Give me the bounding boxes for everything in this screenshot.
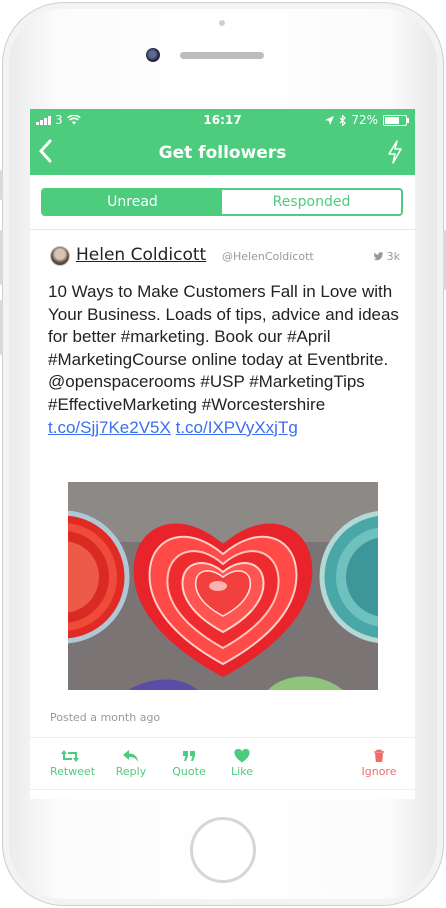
action-bar: Retweet Reply Quote Like Ignore bbox=[30, 749, 415, 781]
divider bbox=[30, 229, 415, 230]
reply-button[interactable]: Reply bbox=[113, 749, 149, 778]
tweet-header: Helen Coldicott @HelenColdicott 3k bbox=[50, 245, 400, 268]
retweet-label: Retweet bbox=[50, 765, 96, 778]
retweet-button[interactable]: Retweet bbox=[50, 749, 95, 778]
app-header: 3 16:17 72% Get followers bbox=[30, 109, 415, 175]
battery-icon bbox=[383, 114, 409, 126]
tweet-link[interactable]: t.co/Sjj7Ke2V5X bbox=[48, 418, 171, 437]
tweet-link[interactable]: t.co/IXPVyXxjTg bbox=[176, 418, 298, 437]
like-button[interactable]: Like bbox=[228, 749, 256, 778]
heart-icon bbox=[234, 749, 250, 763]
divider bbox=[30, 789, 415, 790]
quote-label: Quote bbox=[172, 765, 206, 778]
retweet-icon bbox=[61, 750, 79, 762]
user-handle: @HelenColdicott bbox=[222, 250, 314, 263]
heart-bowls-photo bbox=[68, 482, 378, 690]
app-screen: 3 16:17 72% Get followers Unread Respond… bbox=[30, 109, 415, 799]
status-bar: 3 16:17 72% bbox=[30, 109, 415, 131]
avatar[interactable] bbox=[50, 246, 70, 266]
tab-responded[interactable]: Responded bbox=[222, 190, 401, 214]
bluetooth-icon bbox=[339, 114, 347, 126]
reply-label: Reply bbox=[115, 765, 147, 778]
speaker-grille bbox=[180, 52, 264, 59]
home-button[interactable] bbox=[190, 817, 256, 883]
lightning-button[interactable] bbox=[387, 140, 403, 168]
quote-button[interactable]: Quote bbox=[170, 749, 208, 778]
volume-down-button bbox=[0, 300, 3, 355]
twitter-bird-icon bbox=[373, 252, 384, 261]
ignore-button[interactable]: Ignore bbox=[360, 749, 398, 778]
posted-time: Posted a month ago bbox=[50, 711, 161, 724]
reply-icon bbox=[123, 750, 138, 762]
nav-bar: Get followers bbox=[30, 131, 415, 175]
tweet-text: 10 Ways to Make Customers Fall in Love w… bbox=[48, 282, 399, 414]
quote-icon bbox=[183, 751, 195, 761]
tweet-body: 10 Ways to Make Customers Fall in Love w… bbox=[48, 281, 400, 439]
sensor bbox=[219, 20, 225, 26]
lightning-icon bbox=[388, 140, 402, 164]
ignore-label: Ignore bbox=[361, 765, 397, 778]
location-icon bbox=[325, 115, 335, 125]
page-title: Get followers bbox=[158, 143, 287, 163]
tab-unread[interactable]: Unread bbox=[43, 190, 222, 214]
volume-up-button bbox=[0, 230, 3, 285]
follower-count-value: 3k bbox=[386, 250, 400, 263]
trash-icon bbox=[374, 749, 384, 762]
segment-control: Unread Responded bbox=[41, 188, 403, 216]
user-name-link[interactable]: Helen Coldicott bbox=[76, 245, 206, 265]
camera-icon bbox=[146, 48, 160, 62]
divider bbox=[30, 737, 415, 738]
follower-count: 3k bbox=[373, 250, 400, 263]
tweet-image[interactable] bbox=[68, 482, 378, 690]
like-label: Like bbox=[231, 765, 253, 778]
battery-percent: 72% bbox=[351, 113, 378, 127]
side-button bbox=[0, 170, 3, 200]
